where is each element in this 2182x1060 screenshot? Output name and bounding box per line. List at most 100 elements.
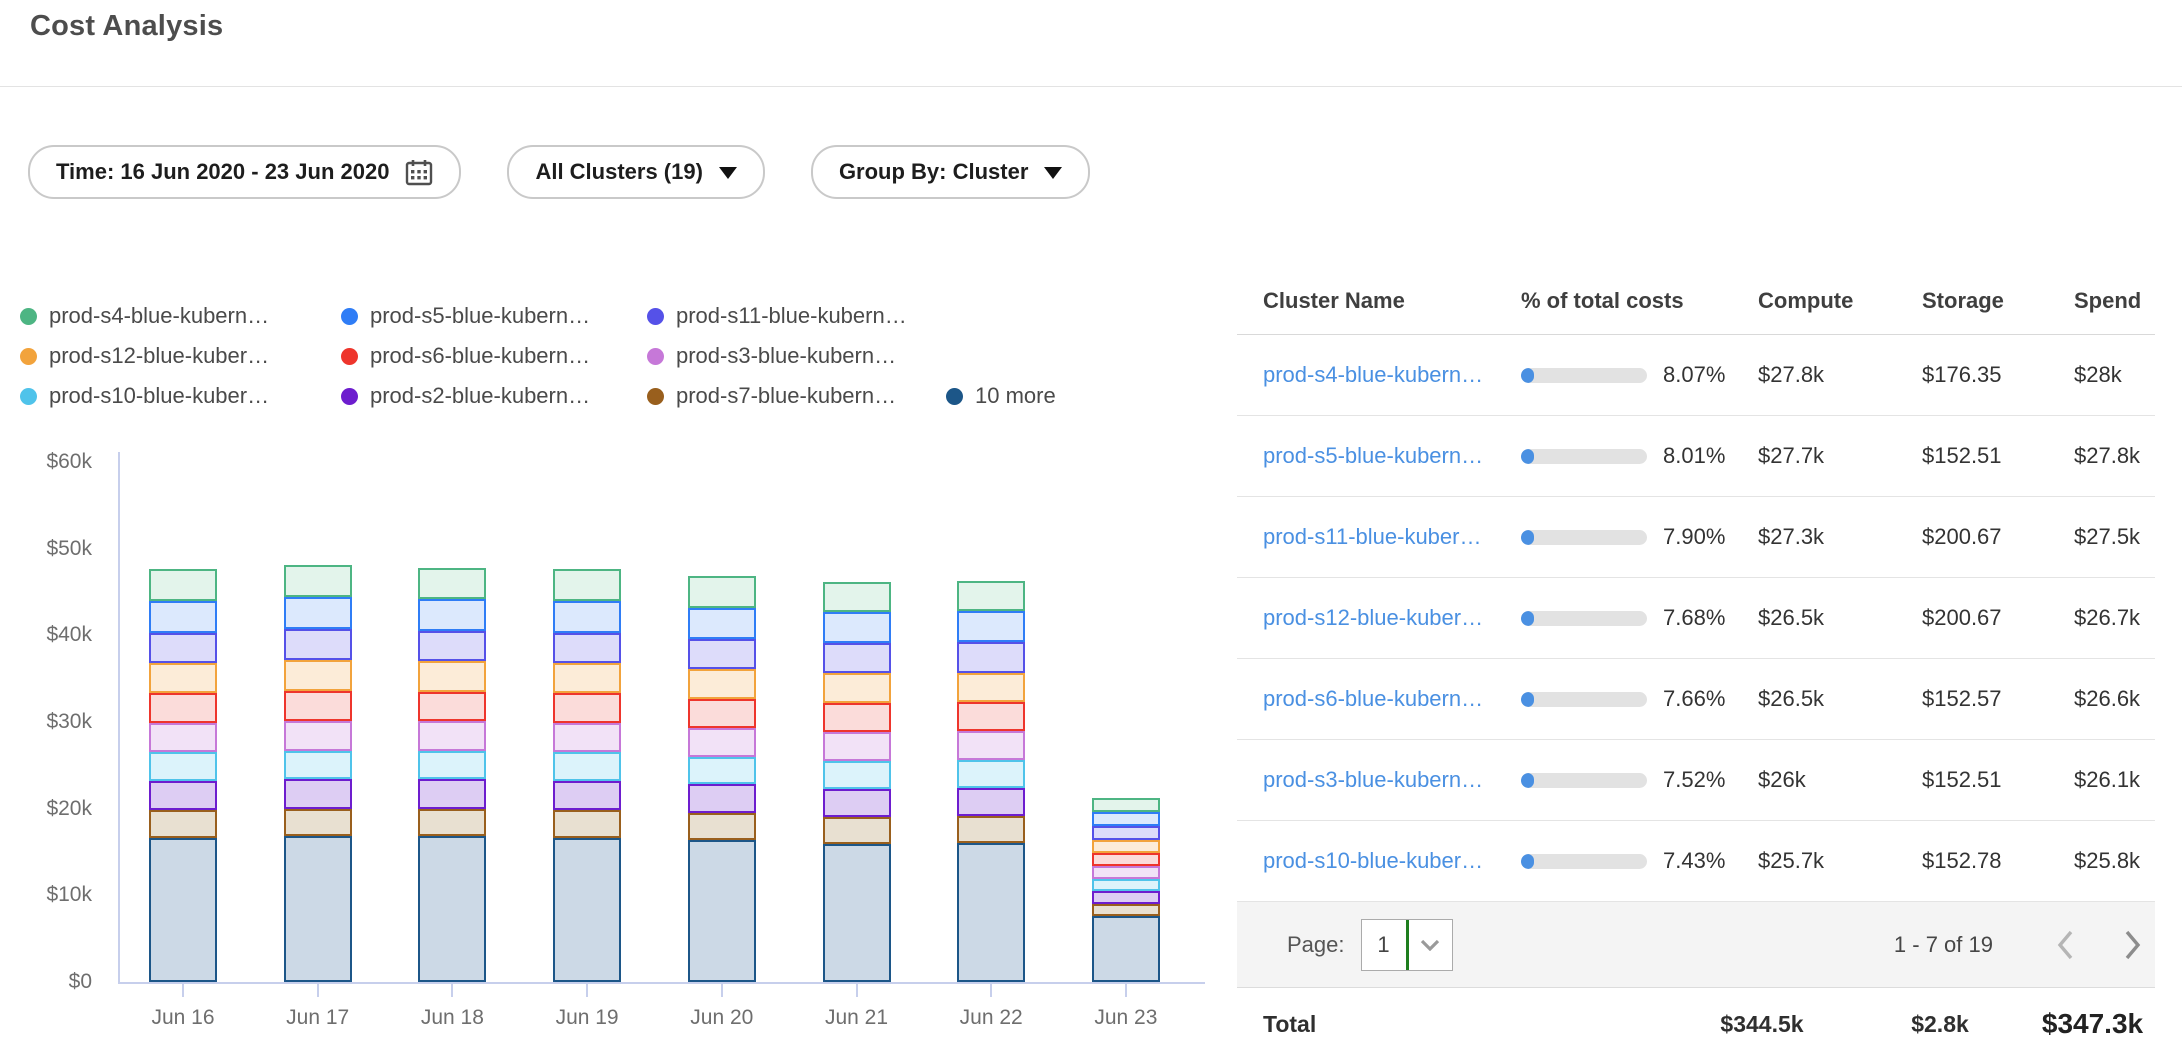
bar-segment-prod-s7-blue-kubern[interactable] xyxy=(823,817,891,844)
bar-segment-prod-s5-blue-kubern[interactable] xyxy=(957,611,1025,642)
bar-segment-prod-s11-blue-kubern[interactable] xyxy=(823,643,891,673)
bar-segment-prod-s12-blue-kuber[interactable] xyxy=(1092,840,1160,853)
bar-segment-prod-s3-blue-kubern[interactable] xyxy=(284,721,352,750)
legend-item-10-more[interactable]: 10 more xyxy=(946,383,1056,409)
cluster-name-link[interactable]: prod-s3-blue-kubern… xyxy=(1263,767,1483,792)
bar-segment-prod-s3-blue-kubern[interactable] xyxy=(553,723,621,752)
bar-segment-prod-s6-blue-kubern[interactable] xyxy=(1092,853,1160,866)
bar-segment-prod-s10-blue-kuber[interactable] xyxy=(823,761,891,789)
cluster-name-link[interactable]: prod-s12-blue-kuber… xyxy=(1263,605,1483,630)
bar-segment-prod-s3-blue-kubern[interactable] xyxy=(418,721,486,750)
bar-segment-prod-s11-blue-kubern[interactable] xyxy=(553,633,621,663)
bar-segment-prod-s12-blue-kuber[interactable] xyxy=(418,661,486,691)
bar-segment-prod-s7-blue-kubern[interactable] xyxy=(149,810,217,838)
bar-segment-prod-s6-blue-kubern[interactable] xyxy=(688,699,756,728)
bar-segment-prod-s5-blue-kubern[interactable] xyxy=(553,601,621,633)
bar-segment-10-more[interactable] xyxy=(418,836,486,982)
bar-segment-prod-s3-blue-kubern[interactable] xyxy=(688,728,756,757)
bar-segment-10-more[interactable] xyxy=(149,838,217,982)
bar-segment-10-more[interactable] xyxy=(1092,916,1160,982)
bar-segment-10-more[interactable] xyxy=(284,836,352,982)
bar-segment-prod-s11-blue-kubern[interactable] xyxy=(1092,826,1160,840)
cluster-name-link[interactable]: prod-s4-blue-kubern… xyxy=(1263,362,1483,387)
bar-segment-prod-s4-blue-kubern[interactable] xyxy=(553,569,621,600)
bar-segment-10-more[interactable] xyxy=(688,840,756,982)
bar-segment-prod-s7-blue-kubern[interactable] xyxy=(957,816,1025,843)
bar-segment-prod-s10-blue-kuber[interactable] xyxy=(418,751,486,780)
bar-segment-prod-s12-blue-kuber[interactable] xyxy=(688,669,756,698)
bar-segment-prod-s3-blue-kubern[interactable] xyxy=(957,731,1025,760)
bar-segment-prod-s4-blue-kubern[interactable] xyxy=(149,569,217,600)
bar-segment-prod-s2-blue-kubern[interactable] xyxy=(418,779,486,808)
bar-segment-prod-s2-blue-kubern[interactable] xyxy=(553,781,621,810)
legend-item[interactable]: prod-s7-blue-kubern… xyxy=(647,383,946,409)
bar-segment-prod-s2-blue-kubern[interactable] xyxy=(823,789,891,818)
bar-segment-prod-s5-blue-kubern[interactable] xyxy=(149,601,217,633)
bar-segment-prod-s11-blue-kubern[interactable] xyxy=(688,639,756,669)
bar-segment-prod-s6-blue-kubern[interactable] xyxy=(284,691,352,721)
bar-segment-prod-s10-blue-kuber[interactable] xyxy=(149,752,217,781)
bar-segment-prod-s10-blue-kuber[interactable] xyxy=(1092,879,1160,891)
bar-segment-prod-s2-blue-kubern[interactable] xyxy=(1092,891,1160,904)
cluster-name-link[interactable]: prod-s11-blue-kuber… xyxy=(1263,524,1481,549)
bar-segment-prod-s7-blue-kubern[interactable] xyxy=(553,810,621,838)
bar-segment-prod-s10-blue-kuber[interactable] xyxy=(688,757,756,785)
clusters-dropdown[interactable]: All Clusters (19) xyxy=(507,145,765,199)
bar-segment-prod-s6-blue-kubern[interactable] xyxy=(823,703,891,732)
bar-segment-prod-s7-blue-kubern[interactable] xyxy=(688,813,756,840)
bar-segment-prod-s3-blue-kubern[interactable] xyxy=(1092,866,1160,879)
bar-segment-prod-s3-blue-kubern[interactable] xyxy=(149,723,217,752)
bar-segment-prod-s2-blue-kubern[interactable] xyxy=(688,784,756,813)
next-page-chevron-icon[interactable] xyxy=(2113,925,2153,965)
bar-segment-prod-s3-blue-kubern[interactable] xyxy=(823,732,891,761)
bar-segment-prod-s5-blue-kubern[interactable] xyxy=(418,599,486,631)
bar-segment-prod-s6-blue-kubern[interactable] xyxy=(553,693,621,722)
cluster-name-link[interactable]: prod-s6-blue-kubern… xyxy=(1263,686,1483,711)
bar-segment-prod-s12-blue-kuber[interactable] xyxy=(284,660,352,690)
bar-segment-prod-s7-blue-kubern[interactable] xyxy=(418,809,486,837)
bar-segment-prod-s6-blue-kubern[interactable] xyxy=(149,693,217,722)
bar-segment-10-more[interactable] xyxy=(553,838,621,982)
cluster-name-link[interactable]: prod-s10-blue-kuber… xyxy=(1263,848,1483,873)
bar-segment-prod-s5-blue-kubern[interactable] xyxy=(688,608,756,639)
legend-item[interactable]: prod-s10-blue-kuber… xyxy=(20,383,341,409)
legend-item[interactable]: prod-s12-blue-kuber… xyxy=(20,343,341,369)
bar-segment-10-more[interactable] xyxy=(823,844,891,982)
bar-segment-prod-s4-blue-kubern[interactable] xyxy=(418,568,486,599)
bar-segment-prod-s5-blue-kubern[interactable] xyxy=(823,612,891,643)
bar-segment-prod-s7-blue-kubern[interactable] xyxy=(284,809,352,837)
time-range-picker[interactable]: Time: 16 Jun 2020 - 23 Jun 2020 xyxy=(28,145,461,199)
bar-segment-prod-s4-blue-kubern[interactable] xyxy=(957,581,1025,611)
bar-segment-prod-s2-blue-kubern[interactable] xyxy=(284,779,352,808)
bar-segment-prod-s10-blue-kuber[interactable] xyxy=(957,760,1025,788)
page-select[interactable]: 1 xyxy=(1361,919,1453,971)
bar-segment-prod-s11-blue-kubern[interactable] xyxy=(418,631,486,661)
bar-segment-prod-s10-blue-kuber[interactable] xyxy=(284,751,352,780)
bar-segment-prod-s12-blue-kuber[interactable] xyxy=(553,663,621,693)
bar-segment-prod-s11-blue-kubern[interactable] xyxy=(149,633,217,663)
bar-segment-prod-s6-blue-kubern[interactable] xyxy=(418,692,486,721)
bar-segment-prod-s4-blue-kubern[interactable] xyxy=(688,576,756,607)
bar-segment-prod-s11-blue-kubern[interactable] xyxy=(284,629,352,660)
legend-item[interactable]: prod-s6-blue-kubern… xyxy=(341,343,647,369)
bar-segment-prod-s2-blue-kubern[interactable] xyxy=(149,781,217,810)
bar-segment-prod-s2-blue-kubern[interactable] xyxy=(957,788,1025,817)
legend-item[interactable]: prod-s3-blue-kubern… xyxy=(647,343,946,369)
cluster-name-link[interactable]: prod-s5-blue-kubern… xyxy=(1263,443,1483,468)
bar-segment-prod-s4-blue-kubern[interactable] xyxy=(1092,798,1160,812)
legend-item[interactable]: prod-s11-blue-kubern… xyxy=(647,303,946,329)
legend-item[interactable]: prod-s4-blue-kubern… xyxy=(20,303,341,329)
bar-segment-prod-s5-blue-kubern[interactable] xyxy=(284,597,352,629)
bar-segment-prod-s6-blue-kubern[interactable] xyxy=(957,702,1025,731)
bar-segment-10-more[interactable] xyxy=(957,843,1025,982)
bar-segment-prod-s11-blue-kubern[interactable] xyxy=(957,642,1025,672)
bar-segment-prod-s10-blue-kuber[interactable] xyxy=(553,752,621,781)
bar-segment-prod-s4-blue-kubern[interactable] xyxy=(284,565,352,597)
prev-page-chevron-icon[interactable] xyxy=(2045,925,2085,965)
group-by-dropdown[interactable]: Group By: Cluster xyxy=(811,145,1090,199)
legend-item[interactable]: prod-s2-blue-kubern… xyxy=(341,383,647,409)
bar-segment-prod-s12-blue-kuber[interactable] xyxy=(957,673,1025,702)
bar-segment-prod-s12-blue-kuber[interactable] xyxy=(823,673,891,702)
bar-segment-prod-s7-blue-kubern[interactable] xyxy=(1092,904,1160,916)
bar-segment-prod-s4-blue-kubern[interactable] xyxy=(823,582,891,612)
